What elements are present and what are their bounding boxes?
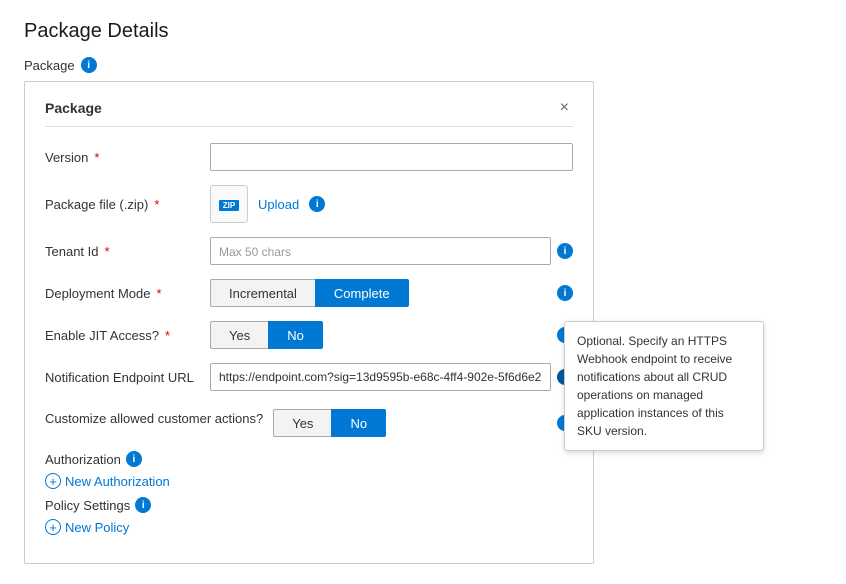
deployment-mode-toggle-row: Incremental Complete i: [210, 279, 573, 307]
card-title: Package: [45, 100, 102, 116]
authorization-info-icon[interactable]: i: [126, 451, 142, 467]
notification-url-label: Notification Endpoint URL: [45, 370, 200, 385]
notification-tooltip: Optional. Specify an HTTPS Webhook endpo…: [564, 321, 764, 451]
jit-no-button[interactable]: No: [268, 321, 323, 349]
policy-settings-section: Policy Settings i: [45, 497, 573, 513]
page-title: Package Details: [24, 20, 822, 43]
customize-actions-row: Customize allowed customer actions? Yes …: [45, 405, 573, 437]
tenant-id-label: Tenant Id *: [45, 244, 200, 259]
new-policy-plus-icon: +: [45, 519, 61, 535]
new-authorization-plus-icon: +: [45, 473, 61, 489]
close-button[interactable]: ×: [556, 98, 573, 118]
upload-row: ZIP Upload i: [210, 185, 573, 223]
new-policy-link[interactable]: + New Policy: [45, 519, 573, 535]
package-info-icon[interactable]: i: [81, 57, 97, 73]
version-row: Version *: [45, 143, 573, 171]
new-authorization-link[interactable]: + New Authorization: [45, 473, 573, 489]
tenant-id-info-icon[interactable]: i: [557, 243, 573, 259]
package-card: Package × Version * Package file (.zip) …: [24, 81, 594, 564]
deployment-mode-info-icon[interactable]: i: [557, 285, 573, 301]
customize-actions-toggle-row: Yes No i: [273, 409, 573, 437]
notification-url-input[interactable]: [210, 363, 551, 391]
deployment-mode-required: *: [157, 286, 162, 301]
upload-link[interactable]: Upload: [258, 197, 299, 212]
customize-yes-button[interactable]: Yes: [273, 409, 331, 437]
package-file-required: *: [154, 197, 159, 212]
customize-no-button[interactable]: No: [331, 409, 386, 437]
policy-settings-info-icon[interactable]: i: [135, 497, 151, 513]
deployment-mode-toggle: Incremental Complete: [210, 279, 551, 307]
version-required: *: [94, 150, 99, 165]
jit-toggle: Yes No: [210, 321, 551, 349]
complete-button[interactable]: Complete: [315, 279, 409, 307]
tenant-id-input-row: i: [210, 237, 573, 265]
jit-yes-button[interactable]: Yes: [210, 321, 268, 349]
notification-url-input-row: i: [210, 363, 573, 391]
package-file-row: Package file (.zip) * ZIP Upload i: [45, 185, 573, 223]
zip-icon: ZIP: [210, 185, 248, 223]
tenant-id-row: Tenant Id * i: [45, 237, 573, 265]
customize-actions-label: Customize allowed customer actions?: [45, 409, 263, 426]
notification-url-row: Notification Endpoint URL i: [45, 363, 573, 391]
customize-actions-toggle: Yes No: [273, 409, 551, 437]
jit-access-label: Enable JIT Access? *: [45, 328, 200, 343]
version-label: Version *: [45, 150, 200, 165]
package-file-label: Package file (.zip) *: [45, 197, 200, 212]
tenant-id-required: *: [105, 244, 110, 259]
jit-toggle-row: Yes No i: [210, 321, 573, 349]
incremental-button[interactable]: Incremental: [210, 279, 315, 307]
authorization-section: Authorization i: [45, 451, 573, 467]
version-input[interactable]: [210, 143, 573, 171]
package-section-label: Package: [24, 58, 75, 73]
deployment-mode-label: Deployment Mode *: [45, 286, 200, 301]
deployment-mode-row: Deployment Mode * Incremental Complete i: [45, 279, 573, 307]
tenant-id-input[interactable]: [210, 237, 551, 265]
jit-access-required: *: [165, 328, 170, 343]
card-header: Package ×: [45, 98, 573, 127]
package-file-info-icon[interactable]: i: [309, 196, 325, 212]
jit-access-row: Enable JIT Access? * Yes No i: [45, 321, 573, 349]
zip-label: ZIP: [219, 200, 239, 211]
